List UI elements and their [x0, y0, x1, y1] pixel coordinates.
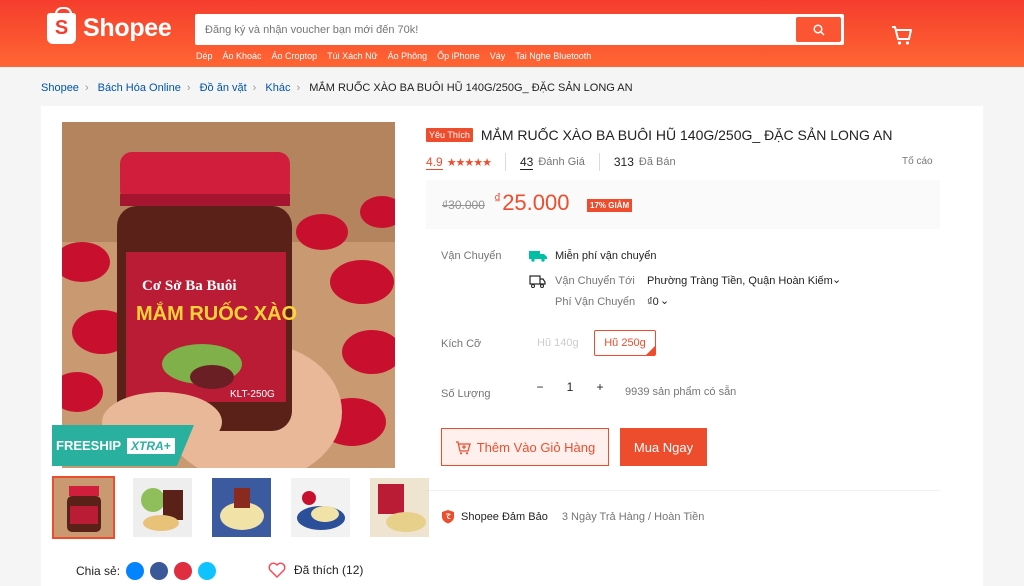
rating-value[interactable]: 4.9 [426, 155, 443, 170]
thumbnail[interactable] [368, 476, 431, 539]
currency-symbol: ₫ [494, 190, 502, 206]
chevron-down-icon[interactable]: ⌄ [660, 294, 669, 307]
divider [505, 153, 506, 171]
pinterest-icon[interactable] [174, 562, 193, 580]
breadcrumb-link[interactable]: Shopee [41, 82, 79, 94]
freeship-banner: FREESHIP XTRA+ [52, 425, 194, 466]
sold-label: Đã Bán [638, 156, 676, 168]
chevron-right-icon: › [296, 82, 301, 94]
thumbnail[interactable] [52, 476, 115, 539]
logo-text: Shopee [83, 14, 172, 42]
increase-button[interactable]: + [585, 380, 615, 394]
discount-badge: 17% GIẢM [587, 199, 633, 212]
size-label: Kích Cỡ [441, 338, 482, 350]
chevron-right-icon: › [186, 82, 191, 94]
shipping-fee-value[interactable]: ₫0 [647, 296, 659, 308]
product-title-row: Yêu Thích MẮM RUỐC XÀO BA BUÔI HŨ 140G/2… [426, 127, 892, 143]
price-value: 25.000 [502, 190, 570, 215]
thumbnail[interactable] [131, 476, 194, 539]
buy-now-label: Mua Ngay [633, 439, 694, 455]
shipping-fee-label: Phí Vận Chuyển [555, 296, 636, 308]
shipping-label: Vận Chuyển [441, 250, 502, 262]
reviews-count[interactable]: 43 [520, 155, 534, 170]
shield-icon [442, 510, 454, 524]
quick-link[interactable]: Áo Khoác [223, 51, 262, 61]
ship-to-label: Vận Chuyển Tới [555, 275, 635, 287]
quantity-label: Số Lượng [441, 388, 491, 400]
breadcrumb-link[interactable]: Bách Hóa Online [98, 82, 181, 94]
star-rating-icon: ★★★★★ [446, 156, 492, 169]
quick-link[interactable]: Dép [196, 51, 213, 61]
guarantee-desc: 3 Ngày Trả Hàng / Hoàn Tiền [561, 510, 705, 523]
quantity-input[interactable]: 1 [555, 380, 585, 394]
reviews-label: Đánh Giá [538, 156, 585, 168]
old-price: ₫30.000 [442, 198, 485, 212]
breadcrumb-link[interactable]: Khác [265, 82, 290, 94]
share-section: Chia sẻ: [76, 562, 217, 580]
chevron-down-icon[interactable]: ⌄ [832, 273, 841, 286]
xtra-badge: XTRA+ [127, 437, 175, 454]
current-price: ₫25.000 [494, 190, 569, 216]
chevron-right-icon: › [252, 82, 257, 94]
ship-to-value[interactable]: Phường Tràng Tiền, Quận Hoàn Kiếm [647, 275, 833, 287]
facebook-icon[interactable] [150, 562, 169, 580]
quantity-stepper: − 1 + [525, 380, 615, 394]
quick-link[interactable]: Váy [490, 51, 506, 61]
breadcrumb: Shopee › Bách Hóa Online › Đồ ăn vặt › Khác… [41, 82, 633, 94]
divider [598, 153, 600, 171]
quick-link[interactable]: Tai Nghe Bluetooth [515, 51, 591, 61]
guarantee-label: Shopee Đảm Bảo [461, 510, 548, 523]
size-option-label: Hũ 250g [604, 337, 646, 349]
thumbnail-list [52, 476, 431, 539]
stock-text: 9939 sản phẩm có sẵn [625, 386, 737, 398]
jar-code-text: KLT-250G [230, 389, 275, 400]
free-ship-truck-icon [529, 251, 547, 262]
add-to-cart-button[interactable]: Thêm Vào Giỏ Hàng [441, 428, 609, 466]
liked-count: Đã thích (12) [294, 563, 364, 577]
quick-links: Dép Áo Khoác Áo Croptop Túi Xách Nữ Áo P… [196, 51, 591, 61]
shopee-logo[interactable]: S Shopee [47, 7, 172, 44]
freeship-text: FREESHIP [56, 438, 122, 453]
cart-plus-icon [455, 440, 471, 454]
chevron-right-icon: › [84, 82, 89, 94]
search-input[interactable] [205, 20, 775, 39]
product-title: MẮM RUỐC XÀO BA BUÔI HŨ 140G/250G_ ĐẶC S… [480, 127, 893, 143]
product-main-image[interactable]: Cơ Sở Ba Buôi MẮM RUỐC XÀO KLT-250G [62, 122, 395, 468]
decrease-button[interactable]: − [525, 380, 555, 394]
search-button[interactable] [796, 17, 841, 42]
size-option-disabled: Hũ 140g [537, 337, 579, 349]
sold-count: 313 [613, 155, 634, 169]
cart-icon[interactable] [891, 24, 913, 46]
messenger-icon[interactable] [126, 562, 145, 580]
breadcrumb-link[interactable]: Đồ ăn vặt [200, 82, 247, 94]
logo-glyph: S [54, 17, 69, 39]
divider [426, 490, 940, 491]
search-icon [812, 23, 825, 36]
jar-product-text: MẮM RUỐC XÀO [136, 301, 297, 325]
size-option-selected[interactable]: Hũ 250g [594, 330, 656, 356]
rating-row: 4.9 ★★★★★ 43 Đánh Giá 313 Đã Bán [426, 153, 676, 171]
top-header: S Shopee Dép Áo Khoác Áo Croptop Túi Xác… [0, 0, 1024, 67]
buy-now-button[interactable]: Mua Ngay [620, 428, 707, 466]
quick-link[interactable]: Ốp iPhone [437, 51, 480, 61]
twitter-icon[interactable] [198, 562, 217, 580]
thumbnail[interactable] [289, 476, 352, 539]
thumbnail[interactable] [210, 476, 273, 539]
favorite-badge: Yêu Thích [426, 128, 473, 142]
shopee-bag-icon: S [47, 7, 76, 44]
search-bar [195, 14, 844, 45]
quick-link[interactable]: Túi Xách Nữ [327, 51, 378, 61]
quick-link[interactable]: Áo Croptop [272, 51, 318, 61]
truck-icon [529, 275, 546, 288]
quick-link[interactable]: Áo Phông [388, 51, 428, 61]
breadcrumb-current: MẮM RUỐC XÀO BA BUÔI HŨ 140G/250G_ ĐẶC S… [309, 82, 633, 94]
report-link[interactable]: Tố cáo [902, 156, 933, 167]
add-to-cart-label: Thêm Vào Giỏ Hàng [476, 439, 596, 455]
free-shipping-text: Miễn phí vận chuyển [555, 250, 657, 262]
shopee-guarantee[interactable]: Shopee Đảm Bảo 3 Ngày Trả Hàng / Hoàn Ti… [441, 509, 704, 524]
jar-brand-text: Cơ Sở Ba Buôi [142, 278, 237, 294]
